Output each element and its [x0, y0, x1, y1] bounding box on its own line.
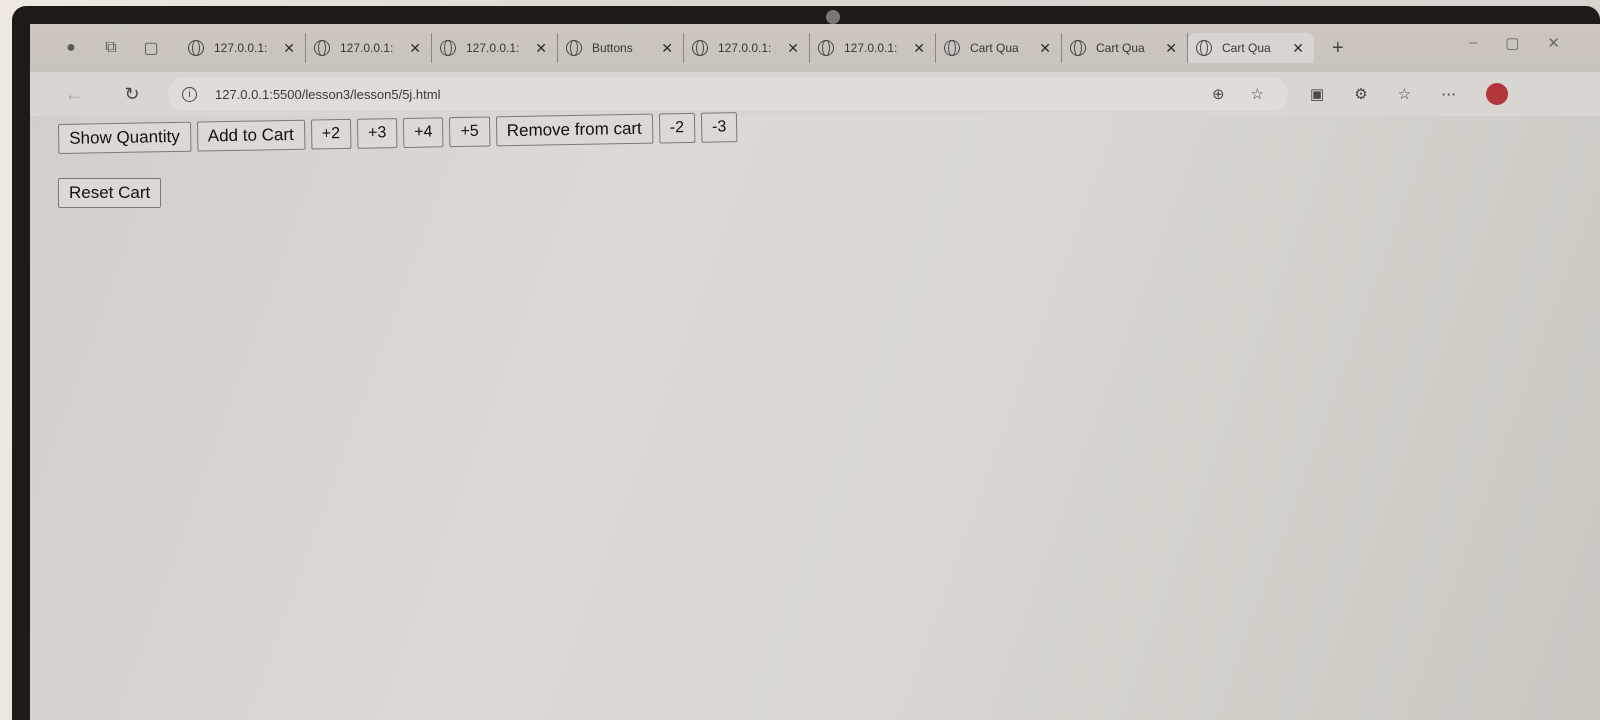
- add-2-button[interactable]: +2: [310, 118, 352, 150]
- tab-title: 127.0.0.1:: [214, 41, 268, 55]
- tab-1[interactable]: 127.0.0.1: ✕: [180, 33, 306, 63]
- tab-actions-icon[interactable]: ▢: [140, 37, 162, 59]
- tab-title: Cart Qua: [970, 41, 1019, 55]
- close-icon[interactable]: ✕: [1039, 40, 1051, 57]
- window-controls: – ▢ ✕: [1469, 34, 1560, 52]
- tab-3[interactable]: 127.0.0.1: ✕: [432, 33, 558, 63]
- close-icon[interactable]: ✕: [283, 40, 295, 57]
- globe-icon: [566, 40, 582, 56]
- add-3-button[interactable]: +3: [356, 118, 398, 149]
- browser-window: ● ⧉ ▢ 127.0.0.1: ✕ 127.0.0.1: ✕ 127.0.0.…: [30, 24, 1600, 720]
- globe-icon: [1070, 40, 1086, 56]
- remove-2-button[interactable]: -2: [658, 112, 696, 144]
- globe-icon: [818, 40, 834, 56]
- add-4-button[interactable]: +4: [403, 117, 444, 148]
- tab-8[interactable]: Cart Qua ✕: [1062, 33, 1188, 63]
- tab-9-active[interactable]: Cart Qua ✕: [1188, 33, 1314, 63]
- back-arrow-icon[interactable]: ←: [60, 84, 88, 105]
- close-icon[interactable]: ✕: [661, 40, 673, 57]
- tab-title: 127.0.0.1:: [844, 41, 898, 55]
- tab-2[interactable]: 127.0.0.1: ✕: [306, 33, 432, 63]
- remove-from-cart-button[interactable]: Remove from cart: [495, 113, 654, 147]
- globe-icon: [944, 40, 960, 56]
- globe-icon: [692, 40, 708, 56]
- address-bar-actions: ⊕ ☆: [1212, 85, 1264, 103]
- reset-cart-button[interactable]: Reset Cart: [58, 178, 162, 208]
- tab-7[interactable]: Cart Qua ✕: [936, 33, 1062, 63]
- zoom-icon[interactable]: ⊕: [1212, 85, 1225, 103]
- url-text: 127.0.0.1:5500/lesson3/lesson5/5j.html: [215, 86, 441, 102]
- close-icon[interactable]: ✕: [913, 40, 925, 57]
- globe-icon: [188, 40, 204, 56]
- tab-title: Buttons: [592, 41, 633, 55]
- extension-icon[interactable]: ▣: [1310, 85, 1324, 103]
- add-to-cart-button[interactable]: Add to Cart: [196, 119, 306, 152]
- profile-icon[interactable]: ●: [60, 37, 82, 59]
- webcam: [826, 10, 840, 24]
- new-tab-icon[interactable]: +: [1332, 37, 1344, 60]
- tab-title: 127.0.0.1:: [466, 41, 520, 55]
- add-5-button[interactable]: +5: [449, 116, 491, 148]
- tab-title: 127.0.0.1:: [340, 41, 394, 55]
- close-icon[interactable]: ✕: [535, 40, 547, 57]
- tab-title: 127.0.0.1:: [718, 41, 772, 55]
- globe-icon: [314, 40, 330, 56]
- maximize-icon[interactable]: ▢: [1505, 34, 1519, 52]
- tab-4[interactable]: Buttons ✕: [558, 33, 684, 63]
- tab-title: Cart Qua: [1096, 41, 1145, 55]
- page-content: Show Quantity Add to Cart +2 +3 +4 +5 Re…: [58, 112, 1558, 684]
- refresh-icon[interactable]: ↻: [118, 84, 146, 105]
- remove-3-button[interactable]: -3: [700, 112, 738, 143]
- tab-strip: ● ⧉ ▢ 127.0.0.1: ✕ 127.0.0.1: ✕ 127.0.0.…: [30, 24, 1600, 72]
- tab-5[interactable]: 127.0.0.1: ✕: [684, 33, 810, 63]
- workspaces-icon[interactable]: ⧉: [100, 37, 122, 59]
- favorite-star-icon[interactable]: ☆: [1251, 85, 1264, 103]
- minimize-icon[interactable]: –: [1469, 34, 1477, 52]
- info-icon[interactable]: i: [182, 86, 197, 102]
- globe-icon: [1196, 40, 1212, 56]
- tab-title: Cart Qua: [1222, 41, 1271, 55]
- close-window-icon[interactable]: ✕: [1547, 34, 1560, 52]
- reset-row: Reset Cart: [58, 178, 1558, 208]
- tab-6[interactable]: 127.0.0.1: ✕: [810, 33, 936, 63]
- close-icon[interactable]: ✕: [1292, 40, 1304, 57]
- close-icon[interactable]: ✕: [787, 40, 799, 57]
- close-icon[interactable]: ✕: [409, 40, 421, 57]
- show-quantity-button[interactable]: Show Quantity: [58, 121, 192, 154]
- close-icon[interactable]: ✕: [1165, 40, 1177, 57]
- globe-icon: [440, 40, 456, 56]
